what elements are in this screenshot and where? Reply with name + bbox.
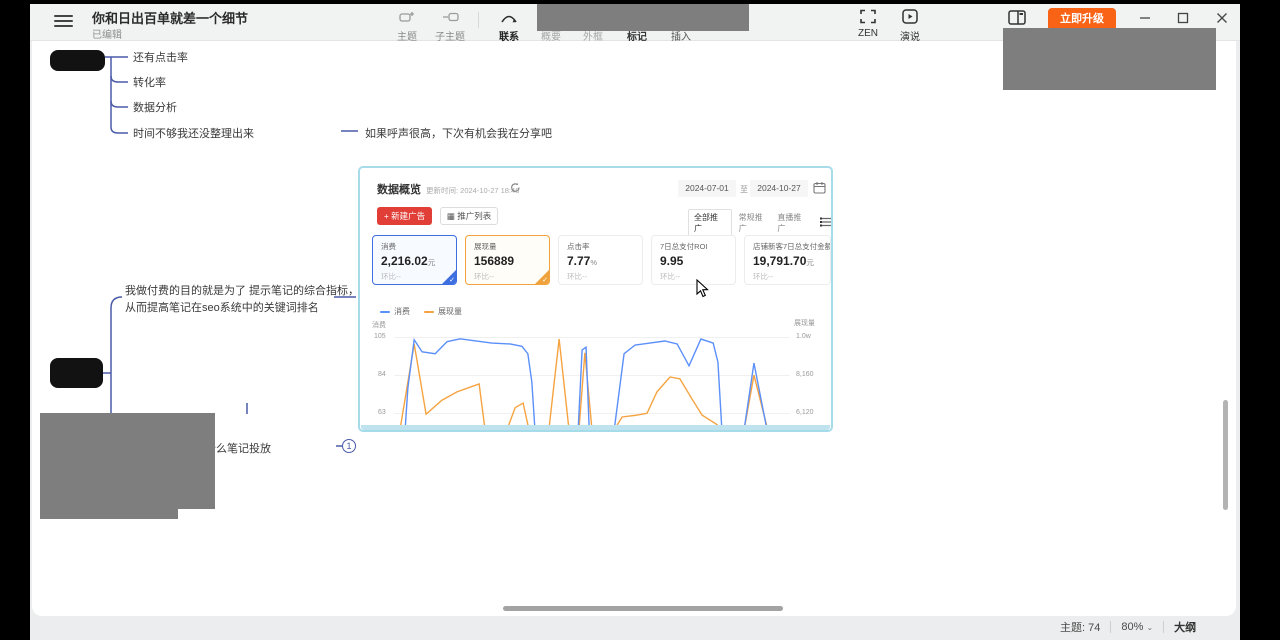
topic-paid-purpose-line2[interactable]: 从而提高笔记在seo系统中的关键词排名 xyxy=(125,299,319,315)
zoom-level-control[interactable]: 80% ⌄ xyxy=(1121,621,1153,633)
mouse-cursor xyxy=(695,279,711,304)
right-tick-1: 8,160 xyxy=(796,371,814,378)
topic-conversion-rate[interactable]: 转化率 xyxy=(133,74,166,90)
legend-impressions[interactable]: 展现量 xyxy=(424,306,462,317)
left-axis-title: 消费 xyxy=(372,320,386,330)
topic-no-time[interactable]: 时间不够我还没整理出来 xyxy=(133,125,254,141)
metric-list-icon[interactable] xyxy=(820,217,831,229)
metric-card-impressions[interactable]: 展现量 156889 环比-- ✓ xyxy=(465,235,550,285)
redaction-overlay xyxy=(1003,28,1216,90)
horizontal-scrollbar[interactable] xyxy=(503,606,783,611)
right-axis-title: 展现量 xyxy=(794,318,815,328)
promo-list-button[interactable]: ▦ 推广列表 xyxy=(440,207,498,225)
outline-button[interactable]: 大纲 xyxy=(1174,619,1196,635)
right-tick-0: 1.0w xyxy=(796,333,811,340)
collapse-count-badge[interactable]: 1 xyxy=(342,439,356,453)
chart-range-bar[interactable] xyxy=(361,425,830,430)
list-grid-icon: ▦ xyxy=(447,211,457,221)
status-bar: 主题: 74 80% ⌄ 大纲 xyxy=(1060,619,1196,635)
redacted-topic-node[interactable] xyxy=(50,50,105,71)
promo-type-tabs: 全部推广 常规推广 直播推广 xyxy=(688,209,831,237)
legend-spend[interactable]: 消费 xyxy=(380,306,410,317)
metric-card-ctr[interactable]: 点击率 7.77% 环比-- xyxy=(558,235,643,285)
left-tick-0: 105 xyxy=(374,333,386,340)
redaction-overlay xyxy=(40,508,178,519)
date-end-input[interactable]: 2024-10-27 xyxy=(750,180,808,197)
topic-paid-purpose-line1[interactable]: 我做付费的目的就是为了 提示笔记的综合指标， xyxy=(125,282,359,298)
new-ad-button[interactable]: + 新建广告 xyxy=(377,207,432,225)
chevron-down-icon: ⌄ xyxy=(1146,623,1153,632)
metric-card-roi[interactable]: 7日总支付ROI 9.95 环比-- xyxy=(651,235,736,285)
topic-count: 主题: 74 xyxy=(1060,619,1100,635)
redaction-overlay xyxy=(40,413,215,509)
date-separator: 至 xyxy=(740,184,748,195)
left-tick-2: 63 xyxy=(378,409,386,416)
tab-regular-promo[interactable]: 常规推广 xyxy=(739,212,771,234)
metric-card-pay-amount[interactable]: 店铺新客7日总支付金额 19,791.70元 环比-- xyxy=(744,235,831,285)
metric-card-spend[interactable]: 消费 2,216.02元 环比-- ✓ xyxy=(372,235,457,285)
dashboard-updated-time: 更新时间: 2024-10-27 18:48 xyxy=(426,185,519,196)
tab-all-promo[interactable]: 全部推广 xyxy=(688,209,732,237)
topic-share-next-time[interactable]: 如果呼声很高，下次有机会我在分享吧 xyxy=(365,125,552,141)
tab-live-promo[interactable]: 直播推广 xyxy=(777,212,809,234)
refresh-icon[interactable] xyxy=(510,182,521,195)
right-tick-2: 6,120 xyxy=(796,409,814,416)
dashboard-image-node[interactable]: 数据概览 更新时间: 2024-10-27 18:48 2024-07-01 至… xyxy=(358,166,833,432)
calendar-icon[interactable] xyxy=(813,181,826,196)
dashboard-title: 数据概览 xyxy=(377,181,421,197)
topic-click-rate[interactable]: 还有点击率 xyxy=(133,49,188,65)
topic-data-analysis[interactable]: 数据分析 xyxy=(133,99,177,115)
left-tick-1: 84 xyxy=(378,371,386,378)
trend-line-chart[interactable] xyxy=(394,337,790,430)
vertical-scrollbar[interactable] xyxy=(1223,400,1228,510)
redaction-overlay xyxy=(537,4,749,31)
date-start-input[interactable]: 2024-07-01 xyxy=(678,180,736,197)
redacted-topic-node[interactable] xyxy=(50,358,103,388)
chart-legend: 消费 展现量 xyxy=(380,306,462,317)
